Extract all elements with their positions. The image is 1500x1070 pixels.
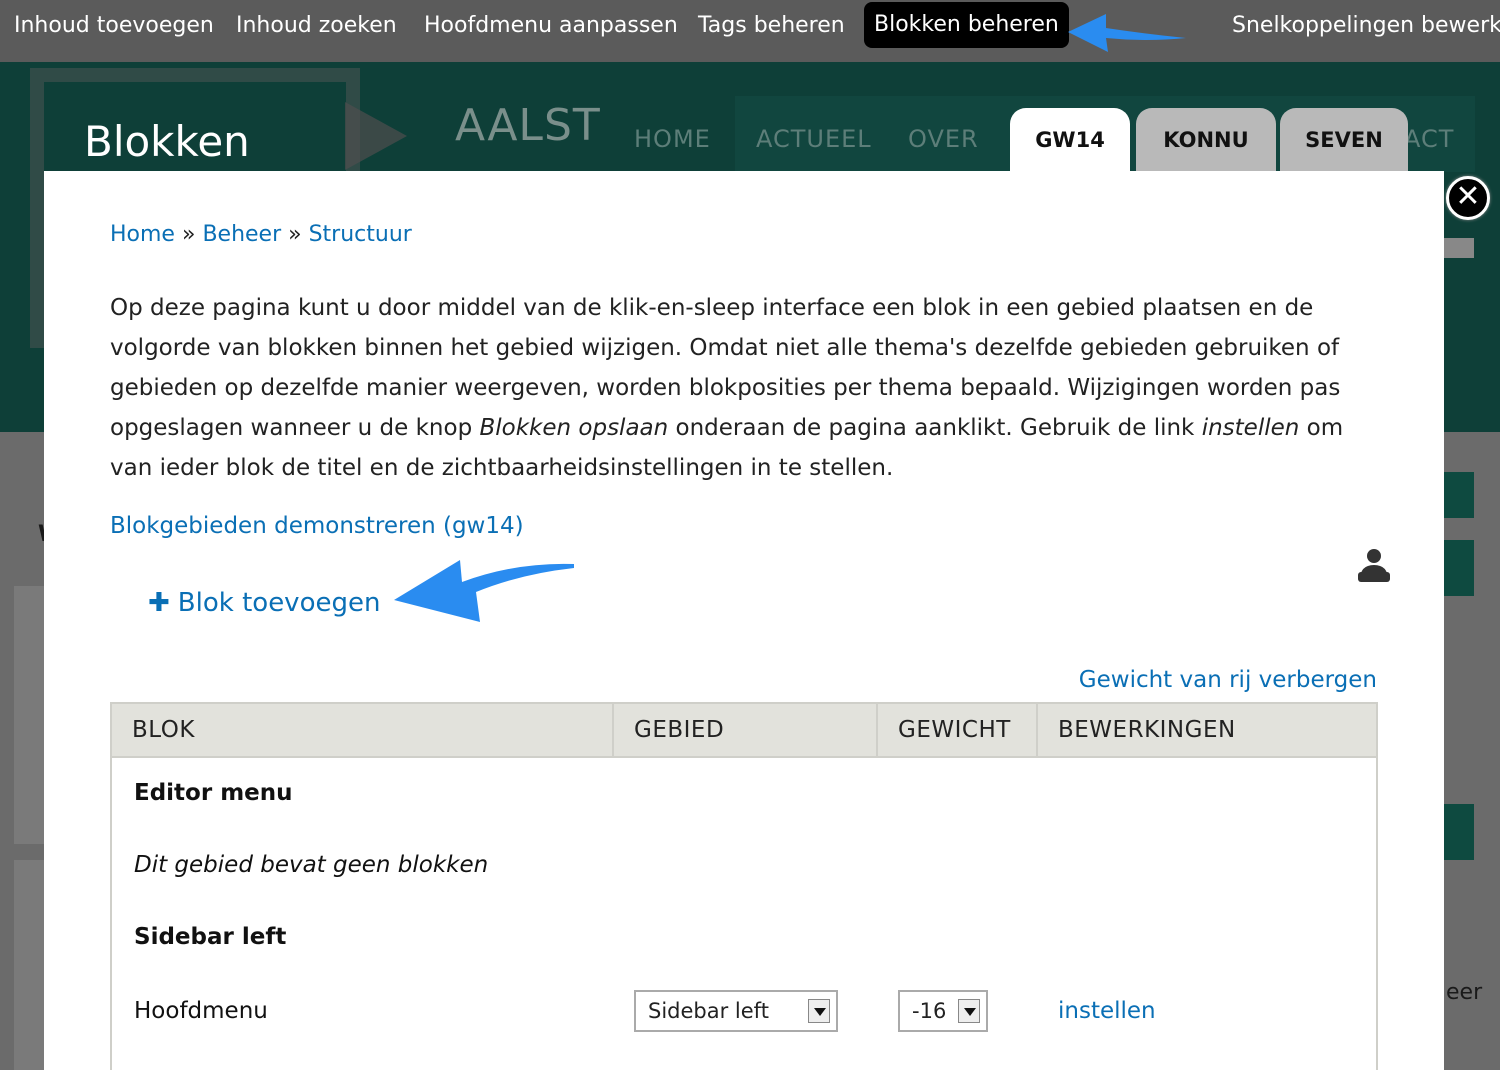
logo-arrow-shape [345,102,407,170]
configure-block-link[interactable]: instellen [1058,998,1156,1024]
column-header-block: BLOK [110,702,614,758]
chevron-down-icon [808,999,830,1023]
bg-bar [1444,238,1474,258]
toolbar-edit-shortcuts[interactable]: Snelkoppelingen bewerken [1222,0,1500,52]
column-header-weight: GEWICHT [876,702,1038,758]
nav-home: HOME [634,125,711,153]
hide-row-weights-link[interactable]: Gewicht van rij verbergen [1079,667,1377,693]
block-name-hoofdmenu[interactable]: Hoofdmenu [134,998,268,1024]
demonstrate-regions-link[interactable]: Blokgebieden demonstreren (gw14) [110,513,524,539]
region-title-sidebar-left: Sidebar left [134,924,287,950]
user-icon[interactable] [1358,546,1390,582]
breadcrumb-home[interactable]: Home [110,222,175,247]
region-select-value: Sidebar left [648,999,769,1023]
tab-gw14[interactable]: GW14 [1010,108,1130,172]
nav-actueel: ACTUEEL [756,125,872,153]
column-header-region: GEBIED [612,702,878,758]
region-title-editor-menu: Editor menu [134,780,293,806]
breadcrumb-separator: » [181,222,196,247]
annotation-arrow-icon [1068,14,1186,52]
weight-select-value: -16 [912,999,947,1023]
toolbar-manage-tags[interactable]: Tags beheren [688,0,855,52]
bg-text-fragment: eer [1446,980,1483,1005]
chevron-down-icon [958,999,980,1023]
toolbar-find-content[interactable]: Inhoud zoeken [226,0,407,52]
description-emphasis: instellen [1201,415,1300,441]
description-text: onderaan de pagina aanklikt. Gebruik de … [668,415,1202,441]
breadcrumb-beheer[interactable]: Beheer [202,222,281,247]
close-overlay-button[interactable]: ✕ [1446,176,1490,220]
breadcrumb: Home » Beheer » Structuur [110,222,412,247]
bg-panel [14,586,44,844]
tab-konnu[interactable]: KONNU [1136,108,1276,172]
nav-contact: ACT [1404,125,1455,153]
bg-block [1444,804,1474,860]
bg-panel [14,860,44,1070]
site-name: AALST [455,100,601,151]
toolbar-add-content[interactable]: Inhoud toevoegen [4,0,224,52]
add-block-label: Blok toevoegen [177,588,381,618]
annotation-arrow-icon [394,560,574,622]
admin-toolbar: Inhoud toevoegen Inhoud zoeken Hoofdmenu… [0,0,1500,62]
blocks-table-body: Editor menu Dit gebied bevat geen blokke… [110,756,1378,1070]
plus-icon: ✚ [148,588,170,618]
help-description: Op deze pagina kunt u door middel van de… [110,288,1380,488]
empty-region-message: Dit gebied bevat geen blokken [134,852,489,878]
region-select[interactable]: Sidebar left [634,990,838,1032]
toolbar-edit-main-menu[interactable]: Hoofdmenu aanpassen [414,0,688,52]
description-emphasis: Blokken opslaan [479,415,669,441]
toolbar-manage-blocks[interactable]: Blokken beheren [864,2,1069,48]
blocks-table-header: BLOK GEBIED GEWICHT BEWERKINGEN [110,702,1378,758]
add-block-link[interactable]: ✚ Blok toevoegen [148,588,380,618]
breadcrumb-structuur[interactable]: Structuur [309,222,412,247]
bg-block [1444,540,1474,596]
bg-button [1444,472,1474,518]
page-title: Blokken [84,117,250,166]
column-header-operations: BEWERKINGEN [1036,702,1378,758]
breadcrumb-separator: » [288,222,302,247]
nav-over: OVER [908,125,979,153]
tab-seven[interactable]: SEVEN [1280,108,1408,172]
weight-select[interactable]: -16 [898,990,988,1032]
